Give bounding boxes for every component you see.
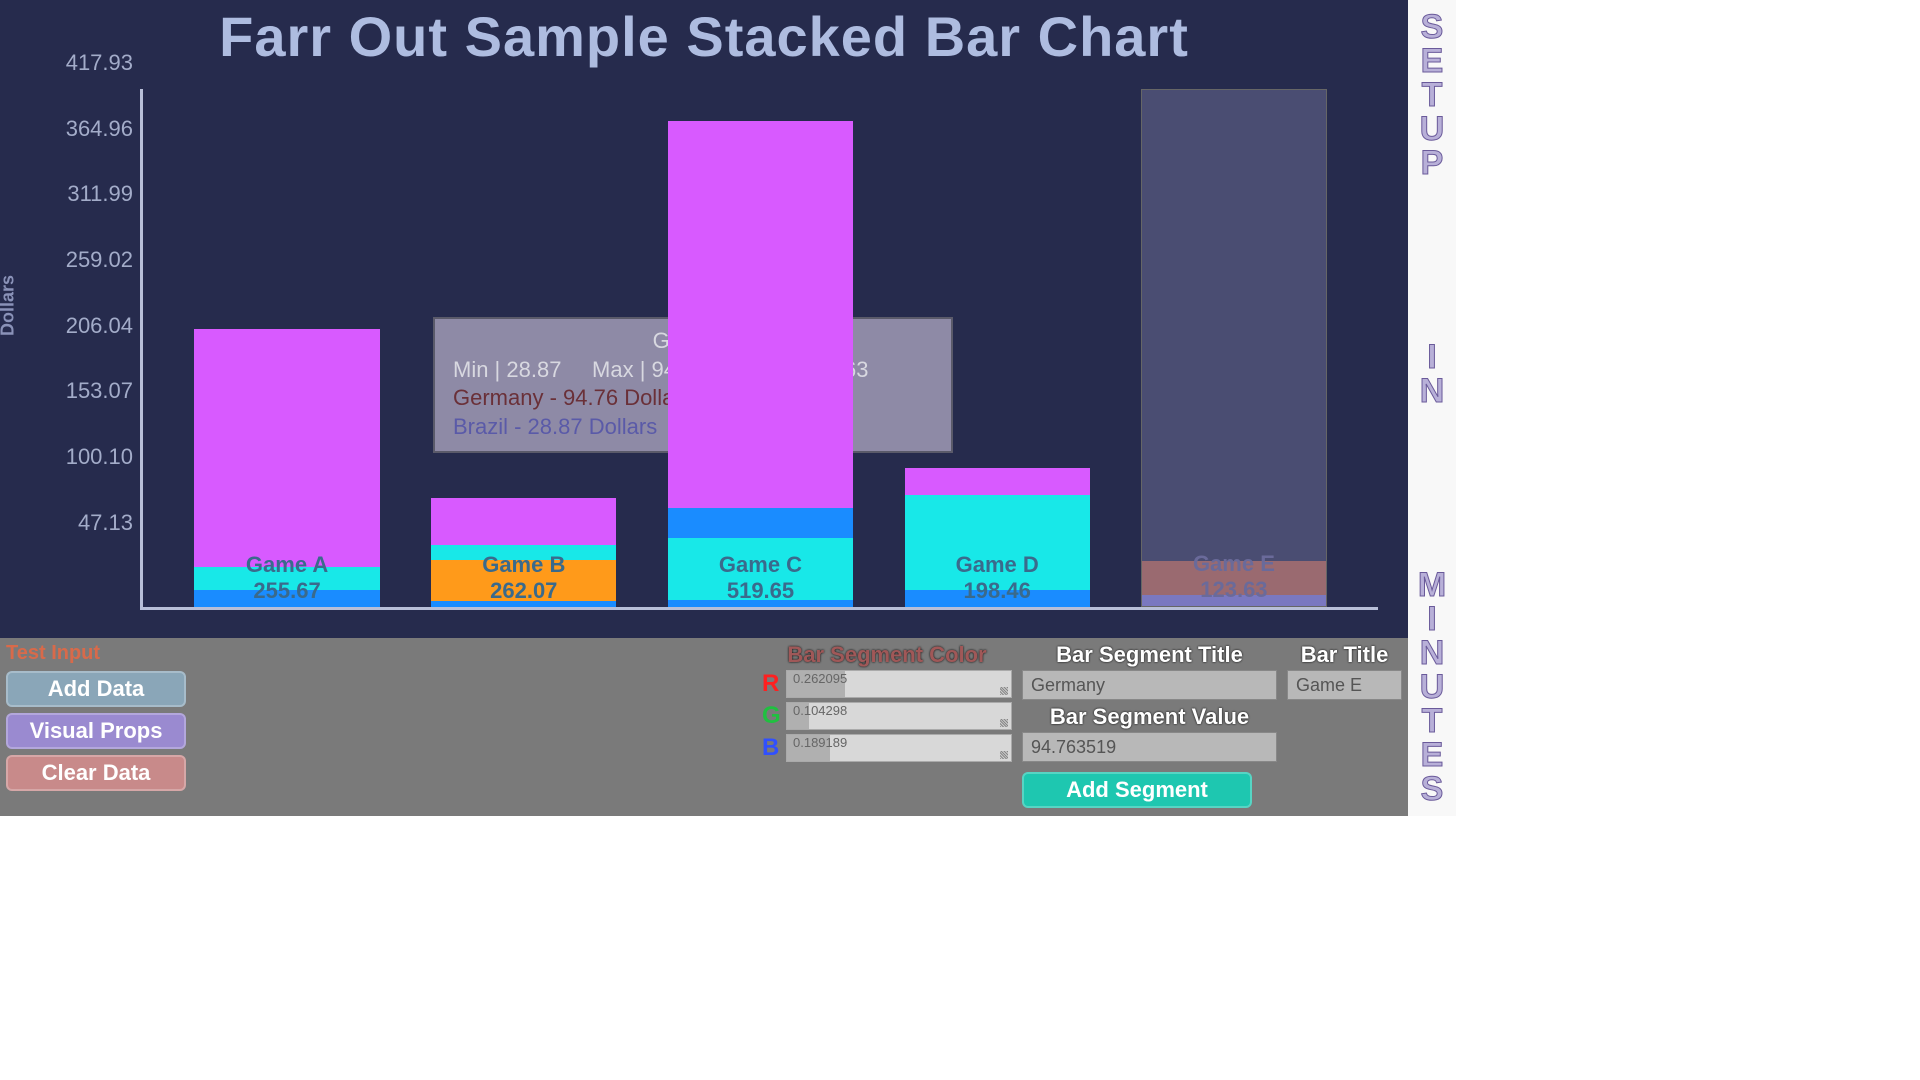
sidebar-letter: P (1421, 146, 1444, 180)
bar-game-d[interactable]: Game D198.46 (905, 468, 1090, 607)
sidebar-letter: E (1421, 44, 1444, 78)
sidebar-letter: T (1422, 78, 1443, 112)
bar-segment[interactable] (668, 538, 853, 600)
r-input[interactable]: 0.262095 (786, 670, 1012, 698)
bar-segment[interactable] (905, 468, 1090, 495)
bar-segment[interactable] (905, 590, 1090, 607)
y-tick: 100.10 (48, 444, 133, 470)
sidebar-letter: N (1420, 636, 1445, 670)
bar-game-c[interactable]: Game C519.65 (668, 121, 853, 607)
y-tick: 417.93 (48, 50, 133, 76)
b-label: B (762, 734, 780, 762)
sidebar-word: IN (1420, 340, 1445, 408)
bar-segment[interactable] (431, 601, 616, 607)
controls-panel: Test Input Add Data Visual Props Clear D… (0, 638, 1408, 816)
g-input[interactable]: 0.104298 (786, 702, 1012, 730)
y-tick: 47.13 (48, 510, 133, 536)
sidebar-letter: T (1422, 704, 1443, 738)
bar-segment[interactable] (668, 600, 853, 607)
test-input-label: Test Input (6, 642, 216, 665)
segment-color-title: Bar Segment Color (762, 642, 1012, 668)
segment-value-input[interactable] (1022, 732, 1277, 762)
bar-segment[interactable] (194, 567, 379, 589)
sidebar-letter: S (1421, 772, 1444, 806)
segment-color-column: Bar Segment Color R 0.262095 G 0.104298 … (762, 642, 1012, 810)
sidebar-letter: I (1427, 340, 1436, 374)
bar-game-a[interactable]: Game A255.67 (194, 329, 379, 607)
clear-data-button[interactable]: Clear Data (6, 755, 186, 791)
bar-segment[interactable] (194, 329, 379, 567)
sidebar-letter: U (1420, 670, 1445, 704)
bar-segment[interactable] (431, 545, 616, 560)
left-controls: Test Input Add Data Visual Props Clear D… (6, 642, 216, 810)
sidebar-letter: U (1420, 112, 1445, 146)
bar-segment[interactable] (194, 590, 379, 607)
sidebar-letter: I (1427, 602, 1436, 636)
chart-title: Farr Out Sample Stacked Bar Chart (0, 0, 1408, 69)
y-tick: 364.96 (48, 116, 133, 142)
sidebar-word: MINUTES (1418, 568, 1446, 806)
sidebar-letter: M (1418, 568, 1446, 602)
main-panel: Farr Out Sample Stacked Bar Chart Dollar… (0, 0, 1408, 816)
segment-fields-column: Bar Segment Title Bar Segment Value Add … (1022, 642, 1277, 810)
r-label: R (762, 670, 780, 698)
y-axis-label: Dollars (0, 274, 19, 335)
visual-props-button[interactable]: Visual Props (6, 713, 186, 749)
bar-title-column: Bar Title (1287, 642, 1402, 810)
bar-game-b[interactable]: Game B262.07 (431, 498, 616, 607)
plot-area: Game E Min | 28.87 Max | 94.76 Total | 1… (140, 89, 1378, 610)
add-segment-button[interactable]: Add Segment (1022, 772, 1252, 808)
segment-value-label: Bar Segment Value (1022, 704, 1277, 730)
sidebar: SETUPINMINUTES (1408, 0, 1456, 816)
bar-segment[interactable] (431, 498, 616, 545)
bar-title-label: Bar Title (1287, 642, 1402, 668)
g-label: G (762, 702, 780, 730)
segment-title-label: Bar Segment Title (1022, 642, 1277, 668)
segment-title-input[interactable] (1022, 670, 1277, 700)
bar-segment[interactable] (668, 508, 853, 538)
y-tick: 153.07 (48, 378, 133, 404)
sidebar-letter: E (1421, 738, 1444, 772)
add-data-button[interactable]: Add Data (6, 671, 186, 707)
sidebar-word: SETUP (1420, 10, 1445, 180)
bar-segment[interactable] (905, 495, 1090, 589)
y-tick: 206.04 (48, 313, 133, 339)
sidebar-letter: S (1421, 10, 1444, 44)
bar-title-input[interactable] (1287, 670, 1402, 700)
b-input[interactable]: 0.189189 (786, 734, 1012, 762)
chart-area: Dollars Game E Min | 28.87 Max | 94.76 T… (10, 69, 1388, 620)
y-tick: 259.02 (48, 247, 133, 273)
selected-bar-overlay: Game E123.63 (1141, 89, 1326, 607)
y-tick: 311.99 (48, 181, 133, 207)
sidebar-letter: N (1420, 374, 1445, 408)
bar-segment[interactable] (431, 560, 616, 601)
bar-label: Game E123.63 (1142, 551, 1325, 602)
bar-segment[interactable] (668, 121, 853, 508)
